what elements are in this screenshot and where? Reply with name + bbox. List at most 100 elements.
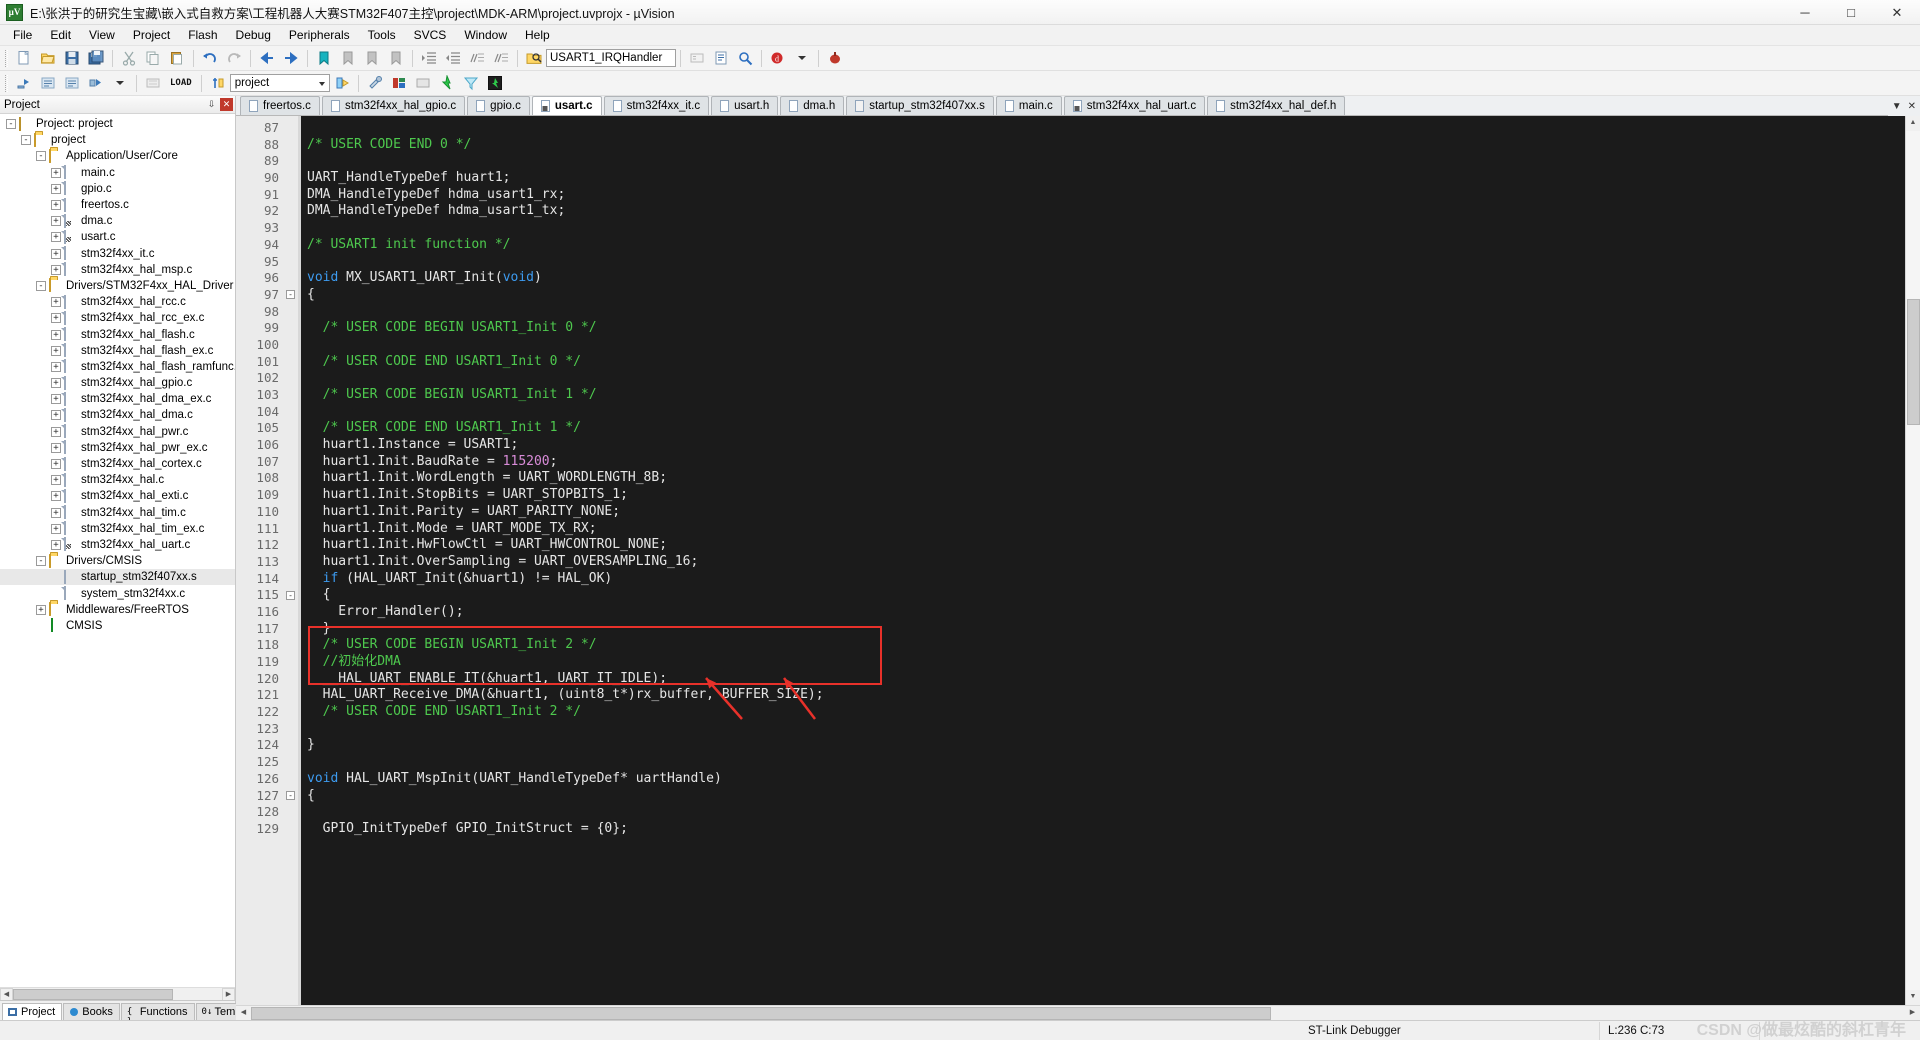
menu-view[interactable]: View <box>80 26 124 44</box>
configure-icon[interactable] <box>364 73 386 94</box>
editor-tab[interactable]: usart.c <box>531 96 602 115</box>
tree-expander[interactable]: - <box>36 556 46 567</box>
tree-expander[interactable]: + <box>51 216 61 227</box>
editor-tab[interactable]: freertos.c <box>240 96 320 115</box>
tree-expander[interactable]: - <box>21 135 31 146</box>
new-file-icon[interactable] <box>13 48 35 69</box>
fold-toggle-icon[interactable]: - <box>286 290 295 300</box>
editor-tab[interactable]: stm32f4xx_hal_uart.c <box>1063 96 1206 115</box>
hscroll-thumb[interactable] <box>13 988 173 1000</box>
tree-item[interactable]: + stm32f4xx_hal_flash_ramfunc.c <box>0 359 235 375</box>
tree-expander[interactable]: + <box>51 442 61 453</box>
tree-expander[interactable]: + <box>51 248 61 259</box>
tree-expander[interactable]: + <box>51 167 61 178</box>
minimize-button[interactable]: ─ <box>1782 0 1828 25</box>
panel-tab-books[interactable]: Books <box>63 1003 120 1020</box>
code-text[interactable]: /* USER CODE END 0 */ UART_HandleTypeDef… <box>301 116 1905 1005</box>
tree-item[interactable]: + freertos.c <box>0 197 235 213</box>
tree-expander[interactable]: + <box>51 378 61 389</box>
tree-item[interactable]: CMSIS <box>0 618 235 634</box>
tree-expander[interactable]: + <box>51 410 61 421</box>
tree-item[interactable]: + stm32f4xx_hal_dma_ex.c <box>0 391 235 407</box>
tree-expander[interactable]: + <box>36 604 46 615</box>
close-button[interactable]: ✕ <box>1874 0 1920 25</box>
build-dropdown-icon[interactable] <box>109 73 131 94</box>
editor-tab[interactable]: stm32f4xx_hal_gpio.c <box>321 96 466 115</box>
tree-item[interactable]: + stm32f4xx_hal_pwr_ex.c <box>0 440 235 456</box>
tree-item[interactable]: - Drivers/STM32F4xx_HAL_Driver <box>0 278 235 294</box>
tree-expander[interactable]: + <box>51 297 61 308</box>
pin-icon[interactable]: ⇩ <box>205 98 218 111</box>
tree-expander[interactable]: + <box>51 459 61 470</box>
translate-icon[interactable] <box>13 73 35 94</box>
erase-icon[interactable] <box>460 73 482 94</box>
tree-expander[interactable]: + <box>51 394 61 405</box>
tree-expander[interactable]: + <box>51 200 61 211</box>
project-tree[interactable]: - Project: project - project - Application/Us… <box>0 114 235 987</box>
editor-tab[interactable]: stm32f4xx_it.c <box>603 96 710 115</box>
tree-item[interactable]: + gpio.c <box>0 181 235 197</box>
bookmark-clear-icon[interactable] <box>385 48 407 69</box>
indent-icon[interactable] <box>418 48 440 69</box>
tree-item[interactable]: - Drivers/CMSIS <box>0 553 235 569</box>
menu-svcs[interactable]: SVCS <box>405 26 456 44</box>
tree-item[interactable]: + stm32f4xx_hal_msp.c <box>0 262 235 278</box>
scroll-right-icon[interactable]: ▶ <box>1905 1005 1920 1021</box>
tree-item[interactable]: + stm32f4xx_hal_tim.c <box>0 505 235 521</box>
tree-item[interactable]: + stm32f4xx_hal_cortex.c <box>0 456 235 472</box>
packs-icon[interactable] <box>412 73 434 94</box>
open-file-icon[interactable] <box>37 48 59 69</box>
tree-item[interactable]: + usart.c <box>0 229 235 245</box>
tree-item[interactable]: + Middlewares/FreeRTOS <box>0 602 235 618</box>
rebuild-icon[interactable] <box>61 73 83 94</box>
close-icon[interactable]: ✕ <box>220 98 233 111</box>
bookmark-prev-icon[interactable] <box>337 48 359 69</box>
scroll-left-icon[interactable]: ◀ <box>236 1005 251 1021</box>
save-all-icon[interactable] <box>85 48 107 69</box>
stop-build-icon[interactable] <box>142 73 164 94</box>
tree-item[interactable]: + stm32f4xx_hal_exti.c <box>0 488 235 504</box>
tree-item[interactable]: + stm32f4xx_hal_tim_ex.c <box>0 521 235 537</box>
tree-item[interactable]: - project <box>0 132 235 148</box>
symbol-window-icon[interactable] <box>710 48 732 69</box>
tab-list-dropdown-icon[interactable]: ▼ <box>1892 101 1902 112</box>
tree-item[interactable]: + stm32f4xx_hal_rcc_ex.c <box>0 310 235 326</box>
manage-project-icon[interactable] <box>207 73 229 94</box>
vscroll-track[interactable] <box>1905 131 1920 990</box>
tree-item[interactable]: + stm32f4xx_hal_rcc.c <box>0 294 235 310</box>
menu-file[interactable]: File <box>4 26 41 44</box>
find-icon[interactable] <box>734 48 756 69</box>
tree-item[interactable]: system_stm32f4xx.c <box>0 585 235 601</box>
panel-tab-functions[interactable]: { } Functions <box>120 1003 195 1027</box>
tree-item[interactable]: + stm32f4xx_hal_pwr.c <box>0 424 235 440</box>
tree-expander[interactable]: + <box>51 507 61 518</box>
outdent-icon[interactable] <box>442 48 464 69</box>
scroll-right-icon[interactable]: ▶ <box>222 987 235 1001</box>
menu-project[interactable]: Project <box>124 26 179 44</box>
load-icon[interactable]: LOAD <box>166 73 196 94</box>
tree-expander[interactable]: + <box>51 361 61 372</box>
bookmark-next-icon[interactable] <box>361 48 383 69</box>
tree-expander[interactable]: + <box>51 232 61 243</box>
menu-tools[interactable]: Tools <box>359 26 405 44</box>
tree-expander[interactable]: + <box>51 491 61 502</box>
tree-expander[interactable]: + <box>51 183 61 194</box>
tree-expander[interactable]: + <box>51 345 61 356</box>
target-options-icon[interactable] <box>331 73 353 94</box>
editor-tab[interactable]: startup_stm32f407xx.s <box>846 96 994 115</box>
fold-toggle-icon[interactable]: - <box>286 590 295 600</box>
menu-edit[interactable]: Edit <box>41 26 80 44</box>
redo-icon[interactable] <box>223 48 245 69</box>
menu-flash[interactable]: Flash <box>179 26 226 44</box>
debug-dropdown-icon[interactable] <box>791 48 813 69</box>
symbol-search-field[interactable]: USART1_IRQHandler <box>546 49 676 67</box>
tree-item[interactable]: + stm32f4xx_hal.c <box>0 472 235 488</box>
project-panel-hscrollbar[interactable]: ◀ ▶ <box>0 987 235 1001</box>
editor-tab[interactable]: gpio.c <box>467 96 530 115</box>
menu-peripherals[interactable]: Peripherals <box>280 26 359 44</box>
menu-help[interactable]: Help <box>516 26 559 44</box>
tree-expander[interactable]: + <box>51 426 61 437</box>
browse-icon[interactable] <box>686 48 708 69</box>
forward-icon[interactable] <box>280 48 302 69</box>
tree-item[interactable]: + main.c <box>0 165 235 181</box>
